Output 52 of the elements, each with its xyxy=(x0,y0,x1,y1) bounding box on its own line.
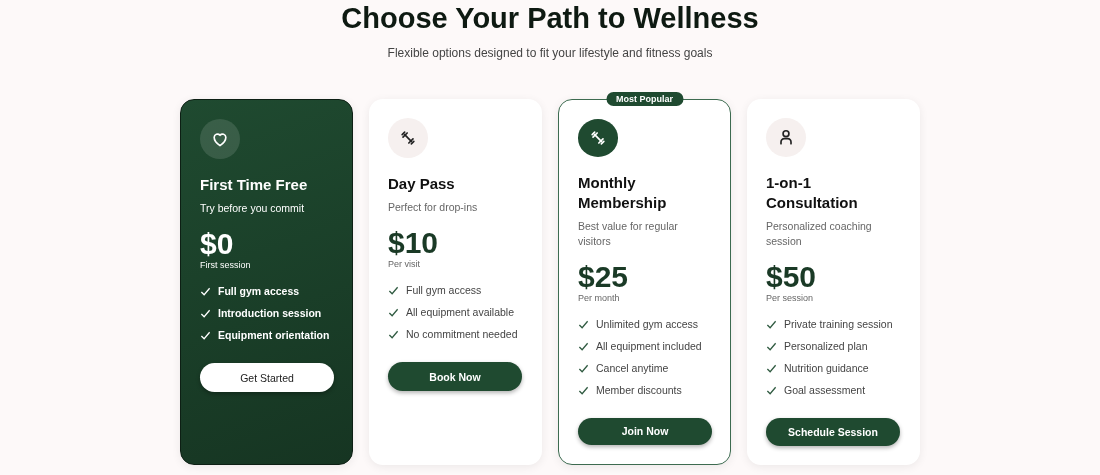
check-icon xyxy=(200,308,211,319)
feature-text: Cancel anytime xyxy=(596,360,669,376)
feature-text: Nutrition guidance xyxy=(784,360,869,376)
price-period: Per visit xyxy=(388,259,421,269)
check-icon xyxy=(766,318,777,330)
page-heading: Choose Your Path to Wellness xyxy=(340,1,760,36)
plan-button[interactable]: Schedule Session xyxy=(766,417,900,446)
check-icon xyxy=(388,307,399,318)
feature-text: All equipment available xyxy=(406,305,514,320)
price-period: Per session xyxy=(766,292,815,303)
feature-text: Full gym access xyxy=(406,283,482,298)
price-period: Per month xyxy=(578,292,621,303)
plan-subtitle: Try before you commit xyxy=(200,201,306,216)
plan-subtitle: Perfect for drop-ins xyxy=(388,200,479,215)
plan-price: $10 xyxy=(388,227,440,259)
plan-title: First Time Free xyxy=(200,175,309,195)
feature-text: Equipment orientation xyxy=(218,328,330,343)
plan-title: Monthly Membership xyxy=(578,172,668,213)
plan-price: $25 xyxy=(578,260,630,293)
plan-title: 1-on-1 Consultation xyxy=(766,172,859,213)
check-icon xyxy=(200,286,211,297)
check-icon xyxy=(578,384,589,396)
check-icon xyxy=(766,340,777,352)
dumbbell-icon xyxy=(398,128,418,148)
feature-text: No commitment needed xyxy=(406,327,518,342)
plan-button[interactable]: Join Now xyxy=(578,417,712,445)
plan-subtitle: Best value for regular visitors xyxy=(578,218,679,249)
check-icon xyxy=(578,318,589,330)
feature-text: Private training session xyxy=(784,316,893,332)
check-icon xyxy=(578,362,589,374)
price-period: First session xyxy=(200,260,252,270)
feature-text: Member discounts xyxy=(596,382,682,398)
page-subheading: Flexible options designed to fit your lifestyle and fitness goals xyxy=(386,46,714,60)
check-icon xyxy=(388,285,399,296)
check-icon xyxy=(388,329,399,340)
plan-price: $0 xyxy=(200,228,235,260)
check-icon xyxy=(200,330,211,341)
check-icon xyxy=(766,362,777,374)
feature-text: Unlimited gym access xyxy=(596,316,699,332)
plan-button[interactable]: Book Now xyxy=(388,362,522,391)
feature-text: Personalized plan xyxy=(784,338,868,354)
check-icon xyxy=(578,340,589,352)
feature-text: Goal assessment xyxy=(784,382,866,398)
plan-button[interactable]: Get Started xyxy=(200,363,334,392)
feature-text: Full gym access xyxy=(218,284,300,299)
check-icon xyxy=(766,384,777,396)
popular-badge: Most Popular xyxy=(606,92,683,106)
plan-title: Day Pass xyxy=(388,174,456,194)
feature-text: All equipment included xyxy=(596,338,702,354)
feature-text: Introduction session xyxy=(218,306,322,321)
plan-subtitle: Personalized coaching session xyxy=(766,218,873,249)
plan-price: $50 xyxy=(766,260,818,293)
